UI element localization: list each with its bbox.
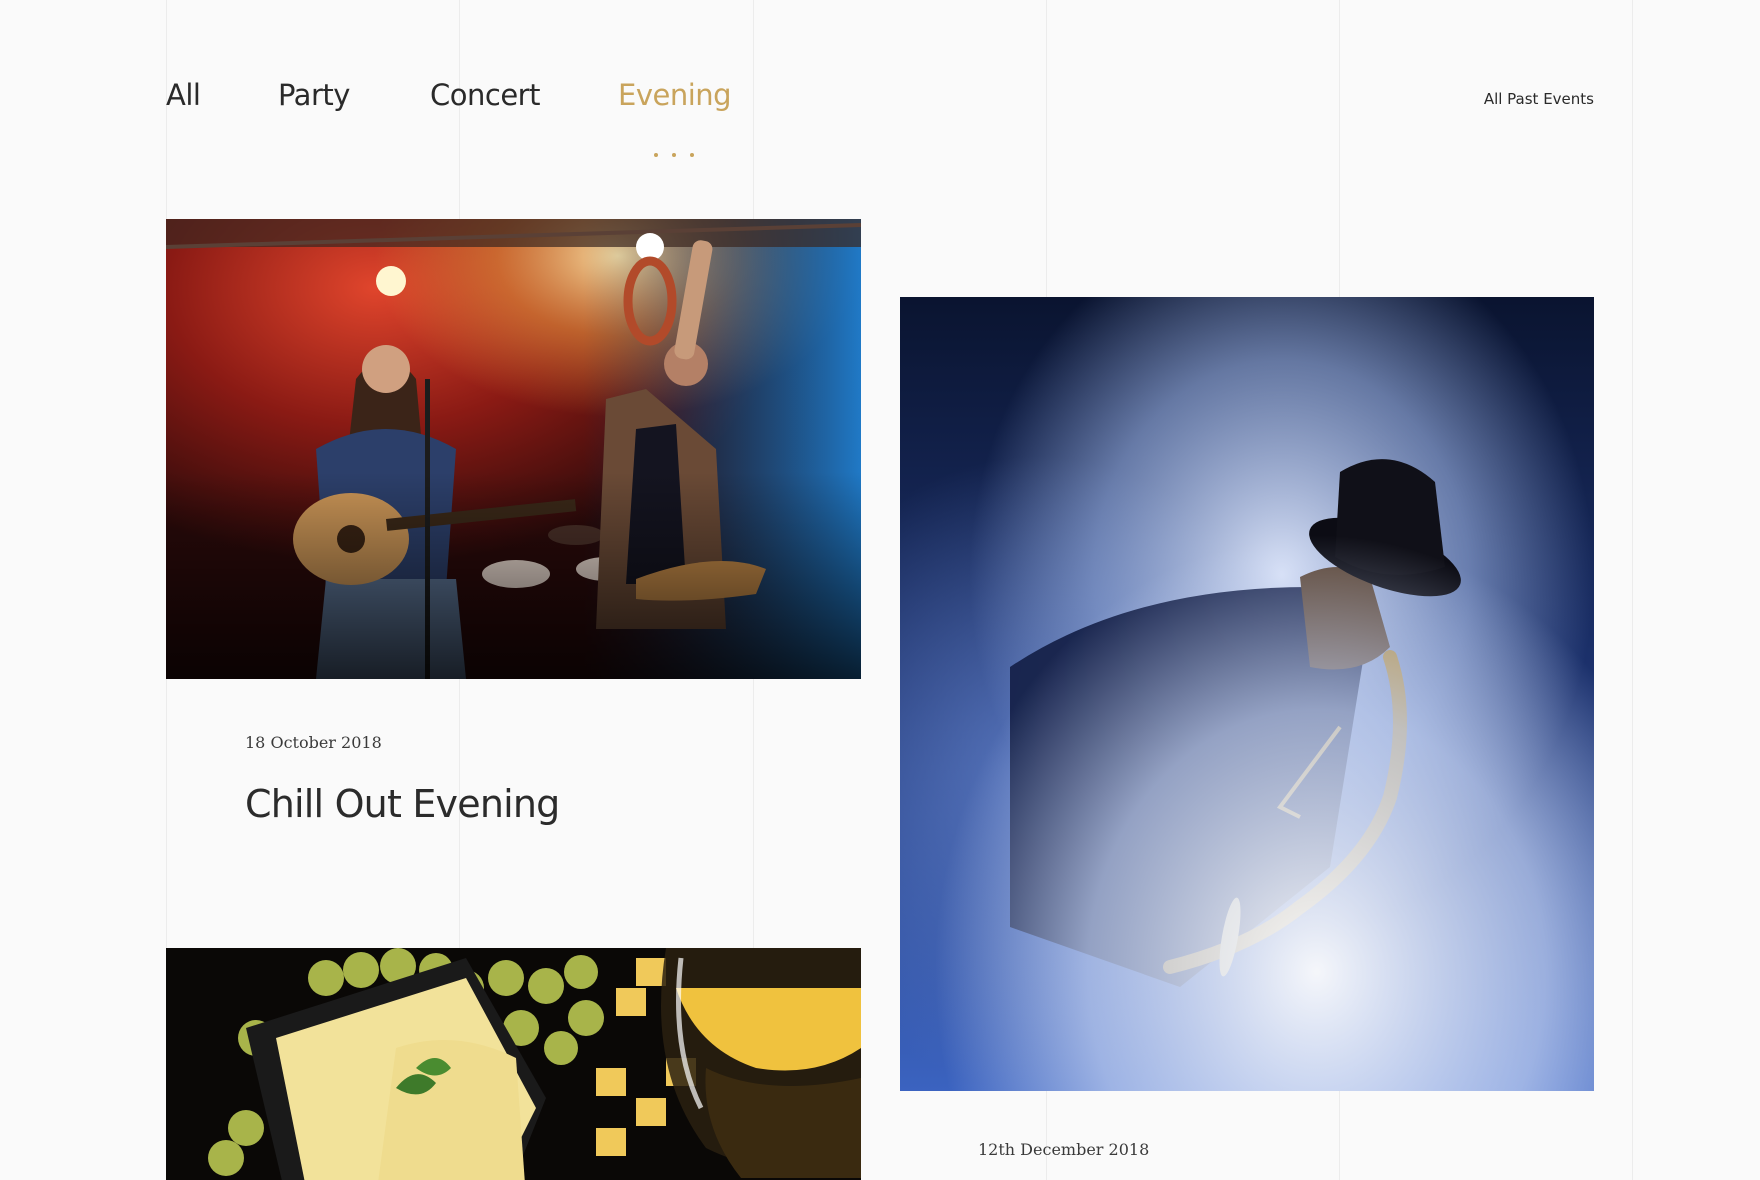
all-past-events-link[interactable]: All Past Events: [1484, 90, 1594, 108]
event-title[interactable]: Chill Out Evening: [245, 782, 560, 826]
filter-all[interactable]: All: [166, 78, 201, 112]
cheese-wine-photo: [166, 948, 861, 1180]
event-image-cheese-wine[interactable]: [166, 948, 861, 1180]
grid-line: [1632, 0, 1633, 1180]
event-date: 12th December 2018: [978, 1140, 1150, 1159]
filter-evening-label: Evening: [618, 78, 732, 112]
live-band-photo: [166, 219, 861, 679]
active-filter-indicator: [618, 130, 730, 164]
event-image-saxophonist[interactable]: [900, 297, 1594, 1091]
event-date: 18 October 2018: [245, 733, 382, 752]
saxophonist-photo: [900, 297, 1594, 1091]
filter-party[interactable]: Party: [278, 78, 350, 112]
filter-concert[interactable]: Concert: [430, 78, 540, 112]
filter-evening[interactable]: Evening: [618, 78, 732, 157]
event-image-live-band[interactable]: [166, 219, 861, 679]
